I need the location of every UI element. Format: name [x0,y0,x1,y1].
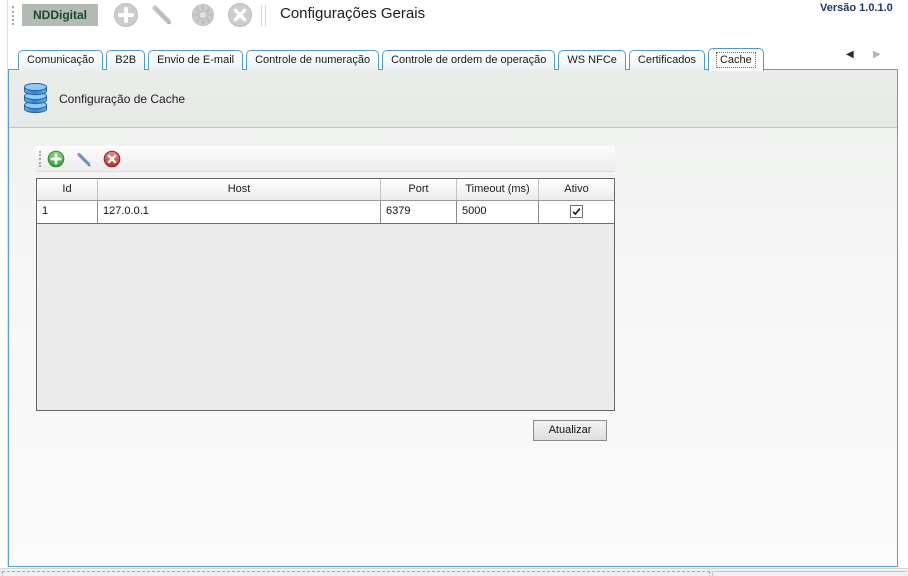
panel-header-title: Configuração de Cache [59,92,185,106]
cache-tab-page: Configuração de Cache [8,69,898,567]
database-icon [22,83,49,113]
tab-scroll-left-icon[interactable]: ◀ [846,49,854,61]
close-icon[interactable] [227,2,253,28]
delete-icon[interactable] [103,150,121,168]
cell-id: 1 [37,201,98,223]
tab-certificados[interactable]: Certificados [629,50,705,70]
tab-controle-ordem-operacao[interactable]: Controle de ordem de operação [382,50,555,70]
cell-ativo [539,201,614,223]
tab-controle-numeracao[interactable]: Controle de numeração [246,50,379,70]
column-header-port[interactable]: Port [381,179,457,200]
toolbar-separator [265,5,266,26]
toolbar-separator [261,5,262,26]
app-window: NDDigital Configurações Gerais Comunicaç… [0,0,908,576]
page-title: Configurações Gerais [280,5,425,22]
version-label: Versão 1.0.1.0 [820,2,893,14]
tab-envio-email[interactable]: Envio de E-mail [148,50,243,70]
tab-ws-nfce[interactable]: WS NFCe [558,50,626,70]
cache-grid: Id Host Port Timeout (ms) Ativo 1 127.0.… [36,178,615,411]
column-header-ativo[interactable]: Ativo [539,179,614,200]
add-icon[interactable] [47,150,65,168]
tab-strip: Comunicação B2B Envio de E-mail Controle… [18,47,767,70]
toolbar-grip[interactable] [12,6,17,25]
atualizar-button[interactable]: Atualizar [533,420,607,441]
cell-timeout: 5000 [457,201,539,223]
tab-b2b[interactable]: B2B [106,50,145,70]
tab-scroll-right-icon[interactable]: ▶ [873,49,881,61]
table-row[interactable]: 1 127.0.0.1 6379 5000 [37,201,614,224]
cell-host: 127.0.0.1 [98,201,381,223]
main-toolbar: NDDigital Configurações Gerais [8,0,898,31]
tab-cache[interactable]: Cache [708,48,764,71]
tab-comunicacao[interactable]: Comunicação [18,50,103,70]
cell-port: 6379 [381,201,457,223]
status-bar [0,568,908,576]
status-panel-left [2,571,710,576]
tab-cache-label: Cache [717,53,755,67]
toolstrip-grip[interactable] [39,151,44,167]
column-header-host[interactable]: Host [98,179,381,200]
check-icon [571,206,582,217]
column-header-timeout[interactable]: Timeout (ms) [457,179,539,200]
column-header-id[interactable]: Id [37,179,98,200]
ativo-checkbox[interactable] [570,205,583,218]
grid-toolstrip [36,146,615,172]
edit-icon[interactable] [75,150,93,168]
status-separator [712,571,713,576]
grid-header-row: Id Host Port Timeout (ms) Ativo [37,179,614,201]
gear-icon[interactable] [190,2,216,28]
add-icon[interactable] [113,2,139,28]
panel-header: Configuração de Cache [9,70,897,128]
brand-label: NDDigital [22,4,98,26]
status-panel-right [714,571,906,576]
edit-icon[interactable] [149,2,175,28]
